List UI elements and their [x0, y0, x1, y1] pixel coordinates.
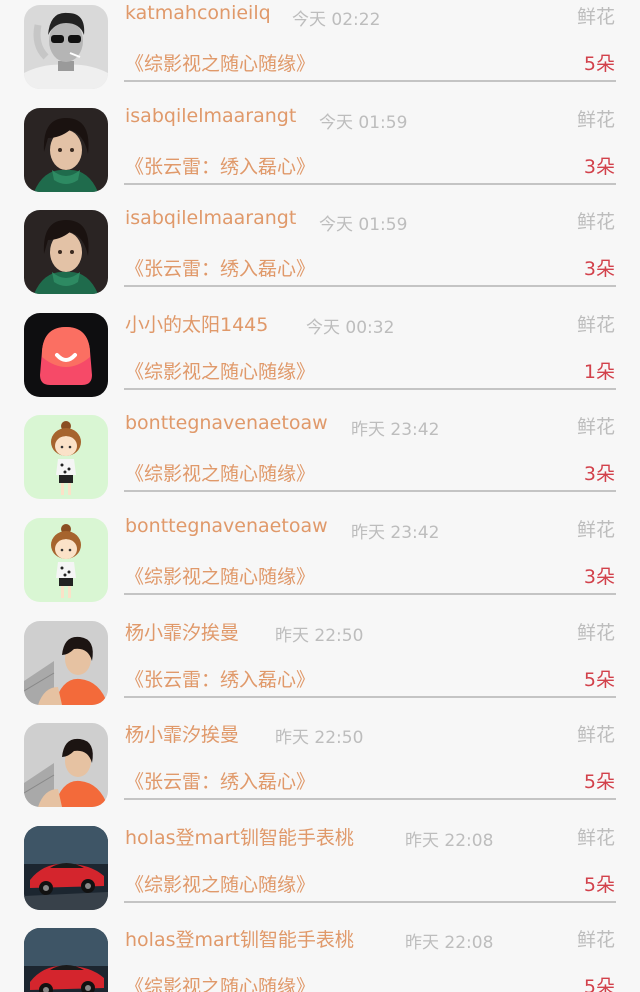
timestamp: 今天 00:32 — [306, 317, 395, 338]
list-item[interactable]: katmahconieilq 今天 02:22 鲜花《综影视之随心随缘》 5朵 — [0, 0, 640, 95]
avatar[interactable] — [24, 210, 108, 295]
work-title-link[interactable]: 《张云雷：绣入磊心》 — [125, 152, 315, 179]
divider — [124, 285, 616, 288]
gift-count: 5朵 — [583, 873, 615, 896]
gift-type: 鲜花 — [576, 519, 615, 541]
gift-type: 鲜花 — [576, 6, 615, 28]
gift-type: 鲜花 — [576, 621, 615, 644]
work-title-link[interactable]: 《张云雷：绣入磊心》 — [125, 254, 315, 281]
list-item[interactable]: bonttegnavenaetoaw 昨天 23:42 鲜花《综影视之随心随缘》 3朵 — [0, 402, 640, 505]
gift-count: 3朵 — [583, 258, 615, 281]
user-name[interactable]: holas登mart钏智能手表桃 — [125, 925, 354, 952]
gift-type: 鲜花 — [576, 108, 615, 131]
work-title-link[interactable]: 《综影视之随心随缘》 — [125, 49, 315, 76]
gift-count: 5朵 — [583, 771, 615, 794]
timestamp: 昨天 22:50 — [275, 728, 364, 749]
gift-count: 5朵 — [583, 976, 615, 992]
gift-type: 鲜花 — [576, 416, 615, 439]
timestamp: 今天 02:22 — [292, 10, 381, 30]
list-item[interactable]: isabqilelmaarangt 今天 01:59 鲜花《张云雷：绣入磊心》 3朵 — [0, 95, 640, 198]
avatar[interactable] — [24, 928, 108, 992]
divider — [124, 593, 616, 595]
user-name[interactable]: bonttegnavenaetoaw — [125, 515, 328, 537]
list-item[interactable]: 杨小霏汐挨曼 昨天 22:50 鲜花《张云雷：绣入磊心》 5朵 — [0, 710, 640, 813]
list-item[interactable]: isabqilelmaarangt 今天 01:59 鲜花《张云雷：绣入磊心》 3朵 — [0, 197, 640, 300]
avatar[interactable] — [24, 825, 108, 910]
timestamp: 昨天 22:08 — [405, 830, 494, 851]
divider — [124, 387, 616, 390]
work-title-link[interactable]: 《综影视之随心随缘》 — [125, 357, 315, 384]
gift-type: 鲜花 — [576, 313, 615, 336]
gift-count: 1朵 — [583, 360, 615, 383]
divider — [124, 80, 616, 82]
work-title-link[interactable]: 《综影视之随心随缘》 — [125, 972, 315, 992]
divider — [124, 900, 616, 903]
smile-blob-avatar — [24, 312, 108, 397]
cartoon-girl-avatar — [24, 518, 108, 602]
list-item[interactable]: 小小的太阳1445 今天 00:32 鲜花《综影视之随心随缘》 1朵 — [0, 300, 640, 403]
list-item[interactable]: bonttegnavenaetoaw 昨天 23:42 鲜花《综影视之随心随缘》 3朵 — [0, 505, 640, 608]
timestamp: 今天 01:59 — [319, 215, 408, 236]
user-name[interactable]: isabqilelmaarangt — [125, 207, 296, 229]
work-title-link[interactable]: 《张云雷：绣入磊心》 — [125, 665, 315, 692]
gift-count: 3朵 — [583, 463, 615, 486]
divider — [124, 695, 616, 698]
list-item[interactable]: holas登mart钏智能手表桃 昨天 22:08 鲜花《综影视之随心随缘》 5朵 — [0, 915, 640, 992]
avatar[interactable] — [24, 5, 108, 89]
gift-count: 3朵 — [583, 566, 615, 588]
user-name[interactable]: holas登mart钏智能手表桃 — [125, 823, 354, 850]
divider — [124, 490, 616, 493]
avatar[interactable] — [24, 415, 108, 500]
gift-count: 3朵 — [583, 155, 615, 178]
timestamp: 昨天 22:50 — [275, 625, 364, 646]
timestamp: 昨天 22:08 — [405, 933, 494, 954]
boy-green-scarf-avatar — [24, 210, 108, 295]
man-sunglasses-avatar — [24, 5, 108, 89]
avatar[interactable] — [24, 620, 108, 705]
user-name[interactable]: bonttegnavenaetoaw — [125, 412, 328, 434]
red-sports-car-avatar — [24, 825, 108, 910]
gift-count: 5朵 — [583, 53, 615, 75]
timestamp: 昨天 23:42 — [351, 523, 440, 543]
divider — [124, 182, 616, 185]
gift-count: 5朵 — [583, 668, 615, 691]
avatar[interactable] — [24, 312, 108, 397]
work-title-link[interactable]: 《综影视之随心随缘》 — [125, 562, 315, 589]
user-name[interactable]: 杨小霏汐挨曼 — [125, 618, 239, 645]
boy-orange-shirt-avatar — [24, 723, 108, 808]
user-name[interactable]: katmahconieilq — [125, 2, 271, 24]
gift-type: 鲜花 — [576, 929, 615, 952]
gift-type: 鲜花 — [576, 826, 615, 849]
work-title-link[interactable]: 《张云雷：绣入磊心》 — [125, 767, 315, 794]
work-title-link[interactable]: 《综影视之随心随缘》 — [125, 459, 315, 486]
divider — [124, 798, 616, 801]
gift-record-list: katmahconieilq 今天 02:22 鲜花 《综影视之随心随缘》 5朵 isab… — [0, 0, 640, 992]
avatar[interactable] — [24, 107, 108, 192]
avatar[interactable] — [24, 723, 108, 808]
avatar[interactable] — [24, 518, 108, 602]
list-item[interactable]: 杨小霏汐挨曼 昨天 22:50 鲜花《张云雷：绣入磊心》 5朵 — [0, 608, 640, 711]
list-item[interactable]: holas登mart钏智能手表桃 昨天 22:08 鲜花《综影视之随心随缘》 5朵 — [0, 813, 640, 916]
cartoon-girl-avatar — [24, 415, 108, 500]
user-name[interactable]: isabqilelmaarangt — [125, 105, 296, 127]
user-name[interactable]: 小小的太阳1445 — [125, 310, 268, 337]
boy-green-scarf-avatar — [24, 107, 108, 192]
work-title-link[interactable]: 《综影视之随心随缘》 — [125, 870, 315, 897]
timestamp: 今天 01:59 — [319, 112, 408, 133]
gift-type: 鲜花 — [576, 211, 615, 234]
gift-type: 鲜花 — [576, 724, 615, 747]
timestamp: 昨天 23:42 — [351, 420, 440, 441]
user-name[interactable]: 杨小霏汐挨曼 — [125, 720, 239, 747]
boy-orange-shirt-avatar — [24, 620, 108, 705]
red-sports-car-avatar — [24, 928, 108, 992]
